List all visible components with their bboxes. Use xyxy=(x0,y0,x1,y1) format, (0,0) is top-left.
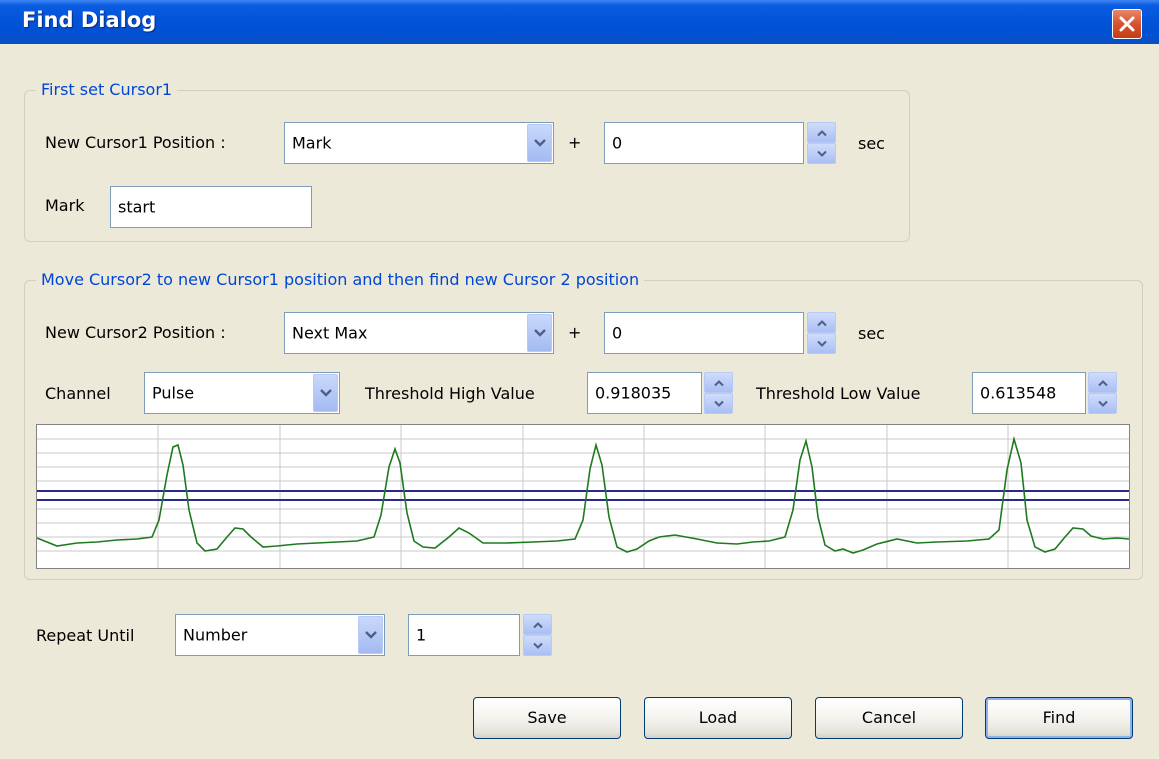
cursor2-offset-up-button[interactable] xyxy=(807,312,836,333)
spin-up-icon xyxy=(713,379,724,386)
spin-down-icon xyxy=(1097,400,1108,407)
repeat-mode-dropdown-button[interactable] xyxy=(358,616,383,654)
repeat-until-label: Repeat Until xyxy=(36,626,135,645)
cursor2-position-label: New Cursor2 Position : xyxy=(45,323,226,342)
cursor2-offset-down-button[interactable] xyxy=(807,333,836,354)
cursor1-offset-spinner xyxy=(807,122,836,164)
repeat-mode-value: Number xyxy=(183,625,248,645)
repeat-count-up-button[interactable] xyxy=(523,614,552,635)
repeat-mode-select[interactable]: Number xyxy=(175,614,385,656)
close-icon xyxy=(1119,16,1135,32)
threshold-high-input[interactable]: 0.918035 xyxy=(587,372,702,414)
chevron-down-icon xyxy=(319,389,332,397)
mark-input-value: start xyxy=(118,197,156,217)
cursor1-plus-sign: + xyxy=(568,133,582,152)
repeat-count-input[interactable]: 1 xyxy=(408,614,520,656)
threshold-high-down-button[interactable] xyxy=(704,393,733,414)
channel-label: Channel xyxy=(45,384,111,403)
threshold-low-up-button[interactable] xyxy=(1088,372,1117,393)
cursor2-offset-value: 0 xyxy=(612,323,623,343)
spin-up-icon xyxy=(816,129,827,136)
threshold-high-spinner xyxy=(704,372,733,414)
title-bar[interactable]: Find Dialog xyxy=(0,0,1159,44)
channel-dropdown-button[interactable] xyxy=(313,374,338,412)
cursor2-offset-input[interactable]: 0 xyxy=(604,312,804,354)
channel-select[interactable]: Pulse xyxy=(144,372,340,414)
channel-value: Pulse xyxy=(152,383,195,403)
repeat-count-spinner xyxy=(523,614,552,656)
cursor2-position-dropdown-button[interactable] xyxy=(527,314,552,352)
threshold-high-label: Threshold High Value xyxy=(365,384,535,403)
cursor2-plus-sign: + xyxy=(568,323,582,342)
threshold-low-spinner xyxy=(1088,372,1117,414)
waveform-graph[interactable] xyxy=(36,424,1130,569)
cursor1-unit-label: sec xyxy=(858,134,885,153)
spin-up-icon xyxy=(1097,379,1108,386)
threshold-high-value: 0.918035 xyxy=(595,383,672,403)
save-button[interactable]: Save xyxy=(473,697,621,739)
cursor1-position-select[interactable]: Mark xyxy=(284,122,554,164)
spin-down-icon xyxy=(816,150,827,157)
spin-down-icon xyxy=(532,642,543,649)
cursor1-offset-down-button[interactable] xyxy=(807,143,836,164)
cursor2-offset-spinner xyxy=(807,312,836,354)
threshold-low-input[interactable]: 0.613548 xyxy=(972,372,1086,414)
threshold-low-down-button[interactable] xyxy=(1088,393,1117,414)
spin-down-icon xyxy=(816,340,827,347)
cursor1-position-dropdown-button[interactable] xyxy=(527,124,552,162)
chevron-down-icon xyxy=(533,329,546,337)
cursor1-offset-value: 0 xyxy=(612,133,623,153)
threshold-low-label: Threshold Low Value xyxy=(756,384,921,403)
chevron-down-icon xyxy=(533,139,546,147)
find-button[interactable]: Find xyxy=(985,697,1133,739)
cursor2-position-select[interactable]: Next Max xyxy=(284,312,554,354)
spin-up-icon xyxy=(532,621,543,628)
load-button[interactable]: Load xyxy=(644,697,792,739)
mark-label: Mark xyxy=(45,196,85,215)
cursor1-position-label: New Cursor1 Position : xyxy=(45,133,226,152)
cursor1-offset-up-button[interactable] xyxy=(807,122,836,143)
cursor1-position-value: Mark xyxy=(292,133,332,153)
repeat-count-value: 1 xyxy=(416,625,427,645)
cursor1-group-legend: First set Cursor1 xyxy=(36,80,178,99)
close-button[interactable] xyxy=(1112,9,1142,39)
repeat-count-down-button[interactable] xyxy=(523,635,552,656)
spin-down-icon xyxy=(713,400,724,407)
mark-input[interactable]: start xyxy=(110,186,312,228)
chevron-down-icon xyxy=(364,631,377,639)
threshold-low-value: 0.613548 xyxy=(980,383,1057,403)
cursor2-unit-label: sec xyxy=(858,324,885,343)
cursor2-group-legend: Move Cursor2 to new Cursor1 position and… xyxy=(36,270,645,289)
spin-up-icon xyxy=(816,319,827,326)
cancel-button[interactable]: Cancel xyxy=(815,697,963,739)
window-title: Find Dialog xyxy=(22,8,157,32)
pulse-waveform xyxy=(36,435,1130,554)
cursor2-position-value: Next Max xyxy=(292,323,368,343)
find-dialog-window: Find Dialog First set Cursor1 New Cursor… xyxy=(0,0,1159,759)
threshold-high-up-button[interactable] xyxy=(704,372,733,393)
cursor1-offset-input[interactable]: 0 xyxy=(604,122,804,164)
waveform-plot xyxy=(36,425,1130,568)
